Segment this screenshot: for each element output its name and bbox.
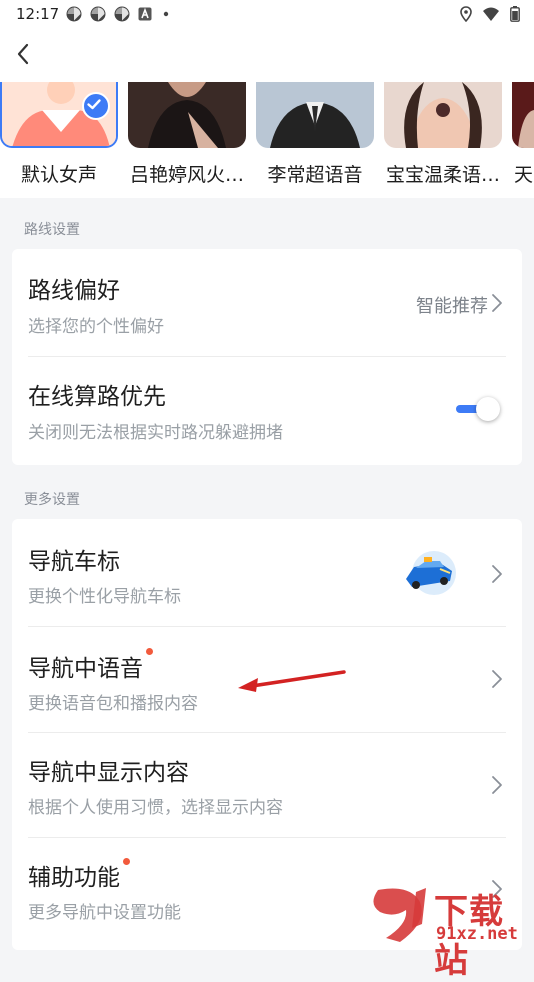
row-title: 路线偏好 [28, 278, 120, 304]
voice-card[interactable]: 天 [512, 82, 534, 187]
person-photo-icon [128, 82, 246, 148]
person-photo-icon [256, 82, 374, 148]
section-title-route: 路线设置 [24, 222, 80, 238]
chevron-right-icon [492, 670, 502, 688]
row-title: 在线算路优先 [28, 384, 166, 410]
section-title-more: 更多设置 [24, 492, 80, 508]
person-photo-icon [512, 82, 534, 148]
row-subtitle: 更换语音包和播报内容 [28, 694, 198, 714]
notification-icons [66, 6, 178, 22]
person-photo-icon [384, 82, 502, 148]
pinwheel-icon [66, 6, 82, 22]
route-preference-row[interactable]: 路线偏好 选择您的个性偏好 智能推荐 [12, 249, 522, 356]
voice-label: 宝宝温柔语… [385, 164, 500, 186]
voice-strip[interactable]: 默认女声 吕艳婷风火… 李常超语音 宝宝温柔语… 天 [0, 82, 534, 202]
chevron-right-icon [492, 294, 502, 312]
voice-label: 吕艳婷风火… [129, 164, 244, 186]
watermark-subtitle: 91xz.net [436, 924, 518, 944]
battery-icon [510, 6, 520, 26]
system-icons [460, 6, 520, 26]
car-icon [406, 551, 456, 595]
a-square-icon [138, 6, 154, 22]
voice-thumbnail [384, 82, 502, 148]
new-badge-dot [146, 648, 153, 655]
selected-check-icon [82, 92, 110, 120]
voice-label: 天 [514, 164, 534, 186]
row-title: 导航中显示内容 [28, 760, 189, 786]
row-title: 辅助功能 [28, 865, 120, 891]
row-subtitle: 关闭则无法根据实时路况躲避拥堵 [28, 423, 283, 443]
chevron-right-icon [492, 776, 502, 794]
annotation-arrow-icon [238, 670, 346, 692]
site-logo-icon [373, 888, 426, 942]
row-subtitle: 根据个人使用习惯，选择显示内容 [28, 798, 283, 818]
nav-display-row[interactable]: 导航中显示内容 根据个人使用习惯，选择显示内容 [12, 733, 522, 837]
route-settings-card: 路线偏好 选择您的个性偏好 智能推荐 在线算路优先 关闭则无法根据实时路况躲避拥… [12, 249, 522, 465]
voice-label: 默认女声 [20, 164, 97, 186]
voice-label: 李常超语音 [267, 164, 363, 186]
status-time: 12:17 [16, 5, 60, 23]
location-icon [460, 6, 472, 26]
voice-card[interactable]: 宝宝温柔语… [384, 82, 502, 187]
pinwheel-icon [114, 6, 130, 22]
row-subtitle: 更换个性化导航车标 [28, 587, 181, 607]
toggle-knob [476, 397, 500, 421]
voice-card[interactable]: 吕艳婷风火… [128, 82, 246, 187]
row-subtitle: 更多导航中设置功能 [28, 903, 181, 923]
car-marker-row[interactable]: 导航车标 更换个性化导航车标 [12, 519, 522, 626]
row-title: 导航车标 [28, 549, 120, 575]
voice-card[interactable]: 默认女声 [0, 82, 118, 187]
back-button[interactable] [10, 40, 38, 68]
watermark: 下载站 91xz.net [364, 884, 532, 981]
online-routing-row: 在线算路优先 关闭则无法根据实时路况躲避拥堵 [12, 357, 522, 465]
online-routing-toggle[interactable] [454, 395, 502, 423]
wifi-icon [482, 6, 500, 26]
voice-thumbnail [128, 82, 246, 148]
route-preference-value: 智能推荐 [416, 296, 488, 317]
row-subtitle: 选择您的个性偏好 [28, 317, 164, 337]
voice-thumbnail [256, 82, 374, 148]
pinwheel-icon [90, 6, 106, 22]
voice-thumbnail [512, 82, 534, 148]
voice-card[interactable]: 李常超语音 [256, 82, 374, 187]
new-badge-dot [123, 858, 130, 865]
voice-thumbnail [0, 82, 118, 148]
chevron-right-icon [492, 565, 502, 583]
row-title: 导航中语音 [28, 656, 143, 682]
dot-icon [162, 6, 178, 22]
chevron-left-icon [17, 43, 29, 65]
status-bar: 12:17 [0, 0, 534, 28]
voice-panel: 默认女声 吕艳婷风火… 李常超语音 宝宝温柔语… 天 [0, 28, 534, 198]
